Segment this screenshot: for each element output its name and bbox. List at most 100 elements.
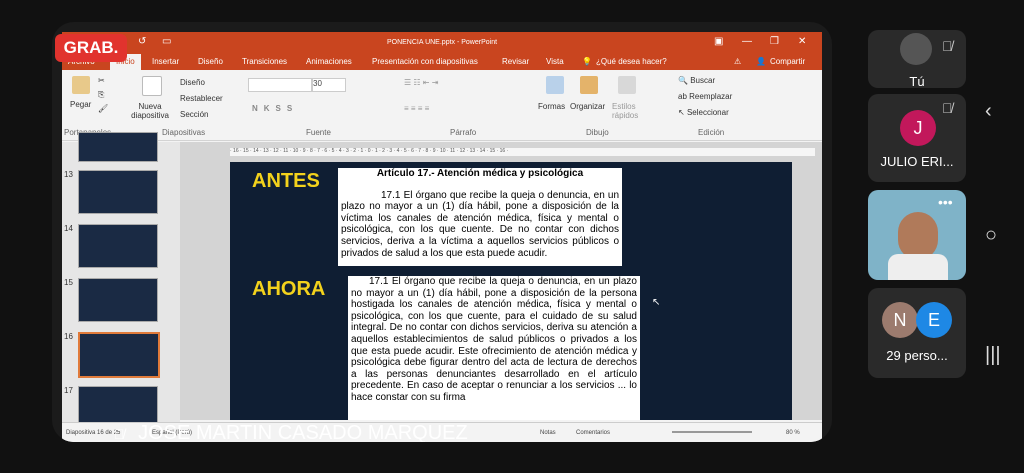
group-paragraph: Párrafo bbox=[450, 128, 477, 137]
self-avatar bbox=[900, 33, 932, 65]
close-icon[interactable]: ✕ bbox=[798, 36, 806, 47]
warning-icon: ⚠ bbox=[734, 57, 742, 66]
cursor-icon: ↖ bbox=[678, 108, 685, 117]
participant-video-tile[interactable]: ••• bbox=[868, 190, 966, 280]
section-button[interactable]: Sección bbox=[180, 110, 208, 119]
others-count: 29 perso... bbox=[886, 348, 948, 363]
avatar: E bbox=[916, 302, 952, 338]
group-slides: Diapositivas bbox=[162, 128, 206, 137]
tab-diseno[interactable]: Diseño bbox=[198, 57, 223, 66]
replace-button[interactable]: ab Reemplazar bbox=[678, 92, 732, 101]
window-title: PONENCIA UNE.pptx - PowerPoint bbox=[386, 39, 498, 46]
participant-face bbox=[898, 212, 938, 260]
font-size-input[interactable]: 30 bbox=[312, 78, 346, 92]
ribbon-display-icon[interactable]: ▣ bbox=[714, 36, 723, 47]
phone-screen: ↺ ▭ PONENCIA UNE.pptx - PowerPoint ▣ — ❐… bbox=[0, 0, 1024, 473]
select-label: Seleccionar bbox=[686, 108, 729, 117]
group-editing: Edición bbox=[698, 128, 725, 137]
recents-icon[interactable]: ||| bbox=[985, 344, 1001, 367]
lightbulb-icon: 💡 bbox=[582, 57, 592, 66]
thumb-number: 14 bbox=[64, 224, 73, 233]
quick-styles-icon[interactable] bbox=[618, 76, 636, 94]
font-name-input[interactable] bbox=[248, 78, 312, 92]
format-painter-icon[interactable]: 🖌 bbox=[98, 104, 108, 113]
minimize-icon[interactable]: — bbox=[742, 36, 752, 47]
replace-icon: ab bbox=[678, 92, 687, 101]
replace-label: Reemplazar bbox=[689, 92, 733, 101]
tab-vista[interactable]: Vista bbox=[546, 57, 564, 66]
before-title: Artículo 17.- Atención médica y psicológ… bbox=[376, 168, 584, 179]
self-tile[interactable]: 🎙̸ Tú bbox=[868, 30, 966, 89]
participant-body bbox=[888, 254, 948, 280]
bullet-list-icon[interactable]: ☰ ☷ ⇤ ⇥ bbox=[404, 78, 438, 87]
participant-name: JULIO ERI... bbox=[880, 154, 954, 169]
slide-thumbnail[interactable] bbox=[78, 170, 158, 214]
tab-revisar[interactable]: Revisar bbox=[502, 57, 529, 66]
paste-icon[interactable] bbox=[72, 76, 90, 94]
magnifier-icon: 🔍 bbox=[678, 76, 688, 85]
recording-badge: GRAB. bbox=[55, 34, 127, 62]
title-bar: ↺ ▭ PONENCIA UNE.pptx - PowerPoint ▣ — ❐… bbox=[62, 32, 822, 54]
before-label: ANTES bbox=[252, 170, 320, 192]
new-slide-label[interactable]: Nueva diapositiva bbox=[128, 102, 172, 120]
mic-off-icon: 🎙̸ bbox=[942, 38, 953, 54]
search-hint[interactable]: ¿Qué desea hacer? bbox=[596, 57, 667, 66]
mic-off-icon: 🎙̸ bbox=[942, 100, 953, 116]
slide-canvas: · 16 · 15 · 14 · 13 · 12 · 11 · 10 · 9 ·… bbox=[180, 142, 822, 420]
tab-insertar[interactable]: Insertar bbox=[152, 57, 179, 66]
new-slide-icon[interactable] bbox=[142, 76, 162, 96]
back-icon[interactable]: ‹ bbox=[985, 100, 992, 123]
arrange-label[interactable]: Organizar bbox=[570, 102, 605, 111]
avatar: N bbox=[882, 302, 918, 338]
layout-button[interactable]: Diseño bbox=[180, 78, 205, 87]
before-text: 17.1 El órgano que recibe la queja o den… bbox=[341, 189, 619, 259]
ribbon-tabs: Archivo Inicio Insertar Diseño Transicio… bbox=[62, 54, 822, 70]
thumb-number: 13 bbox=[64, 170, 73, 179]
restore-icon[interactable]: ❐ bbox=[770, 36, 779, 47]
after-text: 17.1 El órgano que recibe la queja o den… bbox=[351, 276, 637, 403]
more-options-icon[interactable]: ••• bbox=[938, 194, 953, 210]
group-font: Fuente bbox=[306, 128, 331, 137]
paste-label[interactable]: Pegar bbox=[70, 100, 91, 109]
slide-thumbnail-selected[interactable] bbox=[78, 332, 160, 378]
slide[interactable]: ANTES Artículo 17.- Atención médica y ps… bbox=[230, 162, 792, 420]
presenter-label: 🎙̸ JOSE MARTIN CASADO MARQUEZ bbox=[114, 422, 832, 442]
quick-styles-label[interactable]: Estilos rápidos bbox=[612, 102, 646, 120]
self-name: Tú bbox=[909, 74, 925, 89]
arrange-icon[interactable] bbox=[580, 76, 598, 94]
thumb-number: 15 bbox=[64, 278, 73, 287]
font-style-icons[interactable]: NKSS bbox=[252, 104, 298, 113]
tab-transiciones[interactable]: Transiciones bbox=[242, 57, 287, 66]
horizontal-ruler: · 16 · 15 · 14 · 13 · 12 · 11 · 10 · 9 ·… bbox=[230, 148, 815, 156]
align-icons[interactable]: ≡ ≡ ≡ ≡ bbox=[404, 104, 429, 113]
thumb-number: 16 bbox=[64, 332, 73, 341]
select-button[interactable]: ↖ Seleccionar bbox=[678, 108, 729, 117]
ribbon: Pegar ✂ ⎘ 🖌 Nueva diapositiva Diseño Res… bbox=[62, 70, 822, 141]
shared-screen: ↺ ▭ PONENCIA UNE.pptx - PowerPoint ▣ — ❐… bbox=[52, 22, 832, 442]
find-button[interactable]: 🔍 Buscar bbox=[678, 76, 715, 85]
others-tile[interactable]: N E 29 perso... bbox=[868, 288, 966, 378]
avatar: J bbox=[900, 110, 936, 146]
slide-counter: Diapositiva 16 de 25 bbox=[66, 430, 121, 436]
before-box: Artículo 17.- Atención médica y psicológ… bbox=[338, 168, 622, 266]
slide-thumbnail[interactable] bbox=[78, 224, 158, 268]
presenter-name: JOSE MARTIN CASADO MARQUEZ bbox=[138, 422, 468, 442]
find-label: Buscar bbox=[690, 76, 716, 85]
slide-thumbnail[interactable] bbox=[78, 278, 158, 322]
shapes-label[interactable]: Formas bbox=[538, 102, 565, 111]
powerpoint-window: ↺ ▭ PONENCIA UNE.pptx - PowerPoint ▣ — ❐… bbox=[62, 32, 822, 442]
share-button[interactable]: Compartir bbox=[770, 57, 805, 66]
slide-thumbnail[interactable] bbox=[78, 132, 158, 162]
copy-icon[interactable]: ⎘ bbox=[98, 90, 104, 100]
shapes-icon[interactable] bbox=[546, 76, 564, 94]
group-drawing: Dibujo bbox=[586, 128, 609, 137]
cut-icon[interactable]: ✂ bbox=[98, 76, 105, 85]
participant-tile-julio[interactable]: J 🎙̸ JULIO ERI... bbox=[868, 94, 966, 182]
reset-button[interactable]: Restablecer bbox=[180, 94, 223, 103]
tab-animaciones[interactable]: Animaciones bbox=[306, 57, 352, 66]
tab-presentacion[interactable]: Presentación con diapositivas bbox=[372, 57, 478, 66]
home-icon[interactable]: ○ bbox=[985, 224, 997, 247]
mouse-cursor-icon: ↖ bbox=[652, 297, 661, 308]
thumb-number: 17 bbox=[64, 386, 73, 395]
thumbnail-pane: 13 14 15 16 17 bbox=[62, 132, 180, 430]
